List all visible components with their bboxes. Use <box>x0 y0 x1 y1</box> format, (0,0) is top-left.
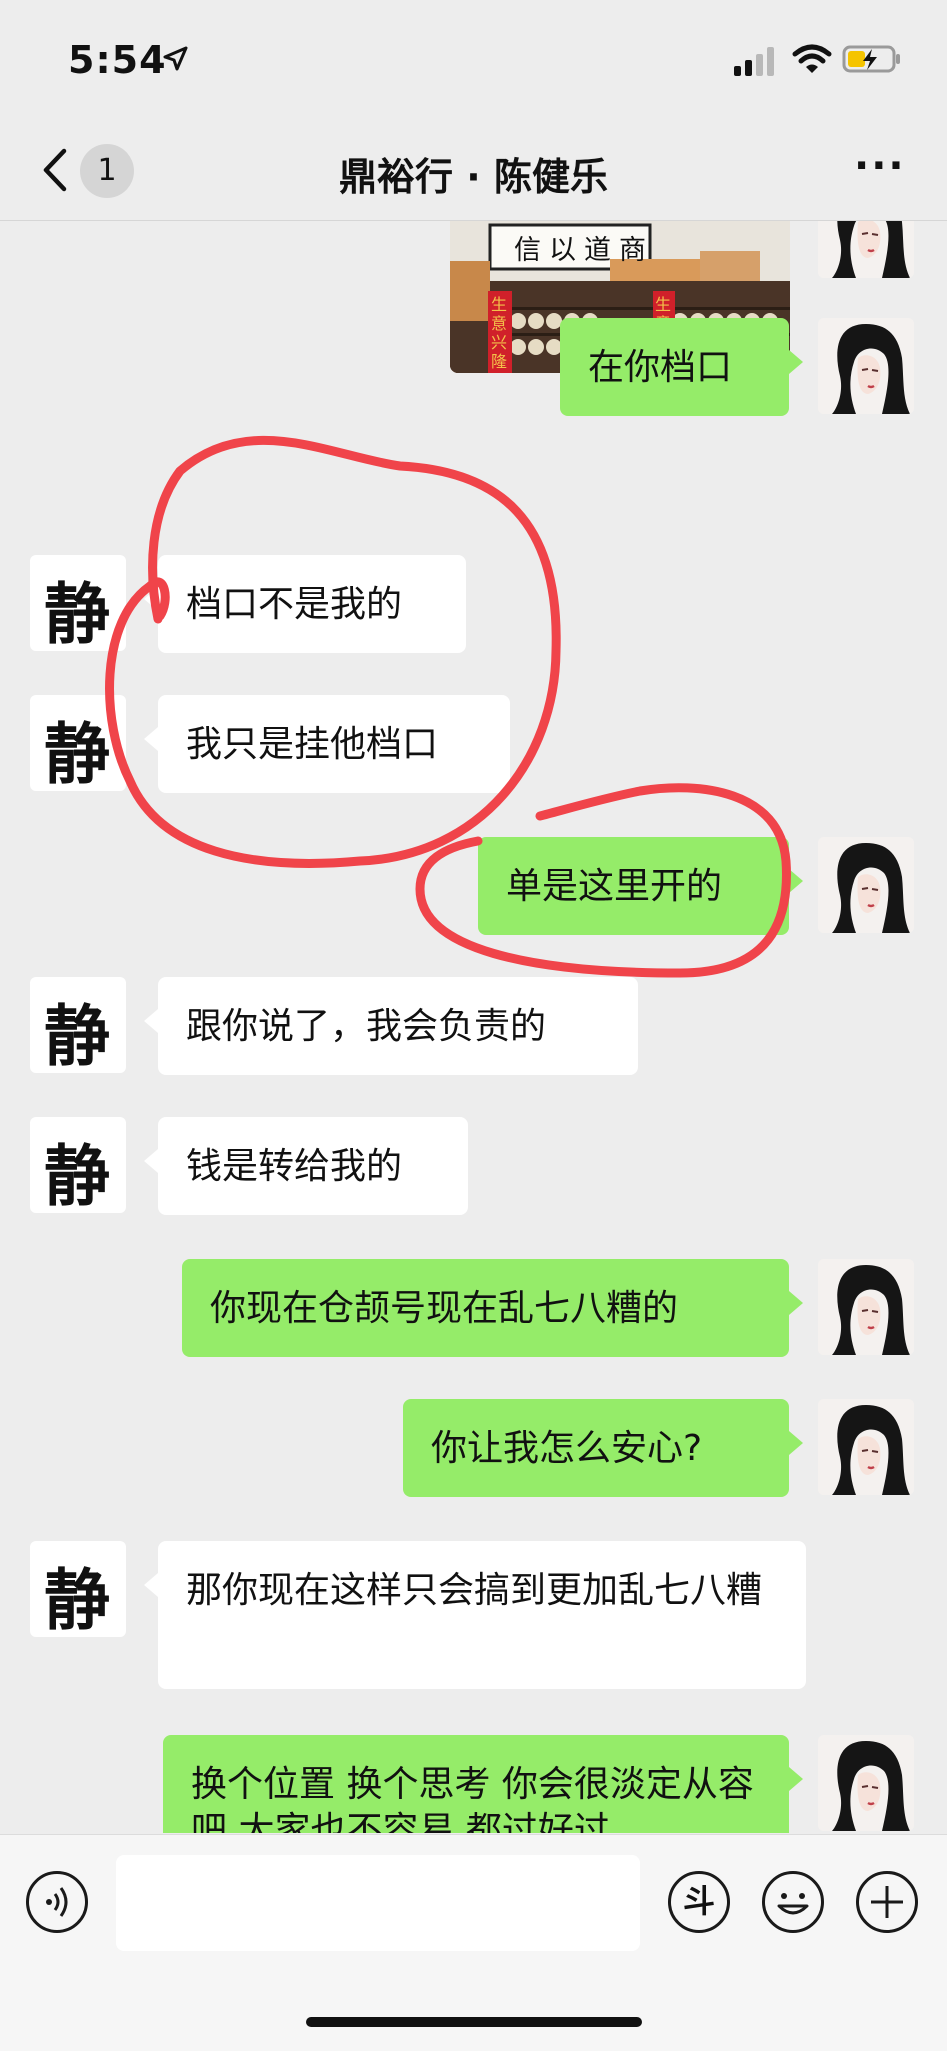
location-arrow-icon <box>163 46 188 71</box>
contact-avatar[interactable]: 静 <box>30 555 126 651</box>
message-bubble-received[interactable]: 钱是转给我的 <box>144 1117 468 1215</box>
girl-avatar-icon <box>818 1259 914 1355</box>
message-bubble-received[interactable]: 那你现在这样只会搞到更加乱七八糟 <box>144 1541 806 1689</box>
my-avatar[interactable] <box>818 1735 914 1831</box>
my-avatar[interactable] <box>818 318 914 414</box>
chat-title: 鼎裕行 · 陈健乐 <box>339 155 608 199</box>
jing-calligraphy-icon: 静 <box>44 715 110 791</box>
message-bubble-received[interactable]: 跟你说了，我会负责的 <box>144 977 638 1075</box>
my-avatar[interactable] <box>818 1399 914 1495</box>
plus-cross-icon <box>871 1886 903 1918</box>
my-avatar[interactable] <box>818 221 914 278</box>
girl-avatar-icon <box>818 221 914 278</box>
contact-avatar[interactable]: 静 <box>30 1117 126 1213</box>
message-bubble-received[interactable]: 我只是挂他档口 <box>144 695 510 793</box>
my-avatar[interactable] <box>818 837 914 933</box>
jing-calligraphy-icon: 静 <box>44 1137 110 1213</box>
my-avatar[interactable] <box>818 1259 914 1355</box>
status-time: 5:54 <box>68 38 167 82</box>
contact-avatar[interactable]: 静 <box>30 977 126 1073</box>
message-bubble-received[interactable]: 档口不是我的 <box>144 555 466 653</box>
smile-icon <box>777 1893 809 1915</box>
message-bubble-sent[interactable]: 换个位置 换个思考 你会很淡定从容吧 大家也不容易 都过好过 <box>163 1735 803 1833</box>
photo-banner-left: 生意兴隆 <box>491 295 508 371</box>
wifi-icon <box>792 44 832 73</box>
contact-avatar[interactable]: 静 <box>30 1541 126 1637</box>
contact-avatar[interactable]: 静 <box>30 695 126 791</box>
battery-charging-icon <box>842 45 900 73</box>
jing-calligraphy-icon: 静 <box>44 575 110 651</box>
status-bar: 5:54 <box>0 0 947 120</box>
jing-calligraphy-icon: 静 <box>44 997 110 1073</box>
girl-avatar-icon <box>818 1399 914 1495</box>
more-options-icon[interactable]: ··· <box>854 146 904 186</box>
message-bubble-sent[interactable]: 你现在仓颉号现在乱七八糟的 <box>182 1259 803 1357</box>
jing-calligraphy-icon: 静 <box>44 1561 110 1637</box>
message-bubble-sent[interactable]: 在你档口 <box>560 318 803 416</box>
voice-icon[interactable] <box>26 1871 88 1933</box>
douyin-icon[interactable]: 斗 <box>668 1871 730 1933</box>
message-input[interactable] <box>116 1855 640 1951</box>
cellular-signal-icon <box>734 47 774 76</box>
input-bar: 斗 <box>0 1834 947 2051</box>
photo-sign-text: 信以道商 <box>514 235 654 266</box>
emoji-icon[interactable] <box>762 1871 824 1933</box>
message-bubble-sent[interactable]: 你让我怎么安心? <box>403 1399 803 1497</box>
plus-icon[interactable] <box>856 1871 918 1933</box>
chat-header: 1 鼎裕行 · 陈健乐 ··· <box>0 120 947 221</box>
girl-avatar-icon <box>818 837 914 933</box>
message-bubble-sent[interactable]: 单是这里开的 <box>478 837 803 935</box>
home-indicator[interactable] <box>306 2017 642 2027</box>
girl-avatar-icon <box>818 1735 914 1831</box>
girl-avatar-icon <box>818 318 914 414</box>
voice-wave-icon <box>46 1887 68 1917</box>
message-list[interactable]: 信以道商 生意兴隆 生意兴隆 在你档口 静 档口不是我的 静 我只是挂 <box>0 221 947 1833</box>
